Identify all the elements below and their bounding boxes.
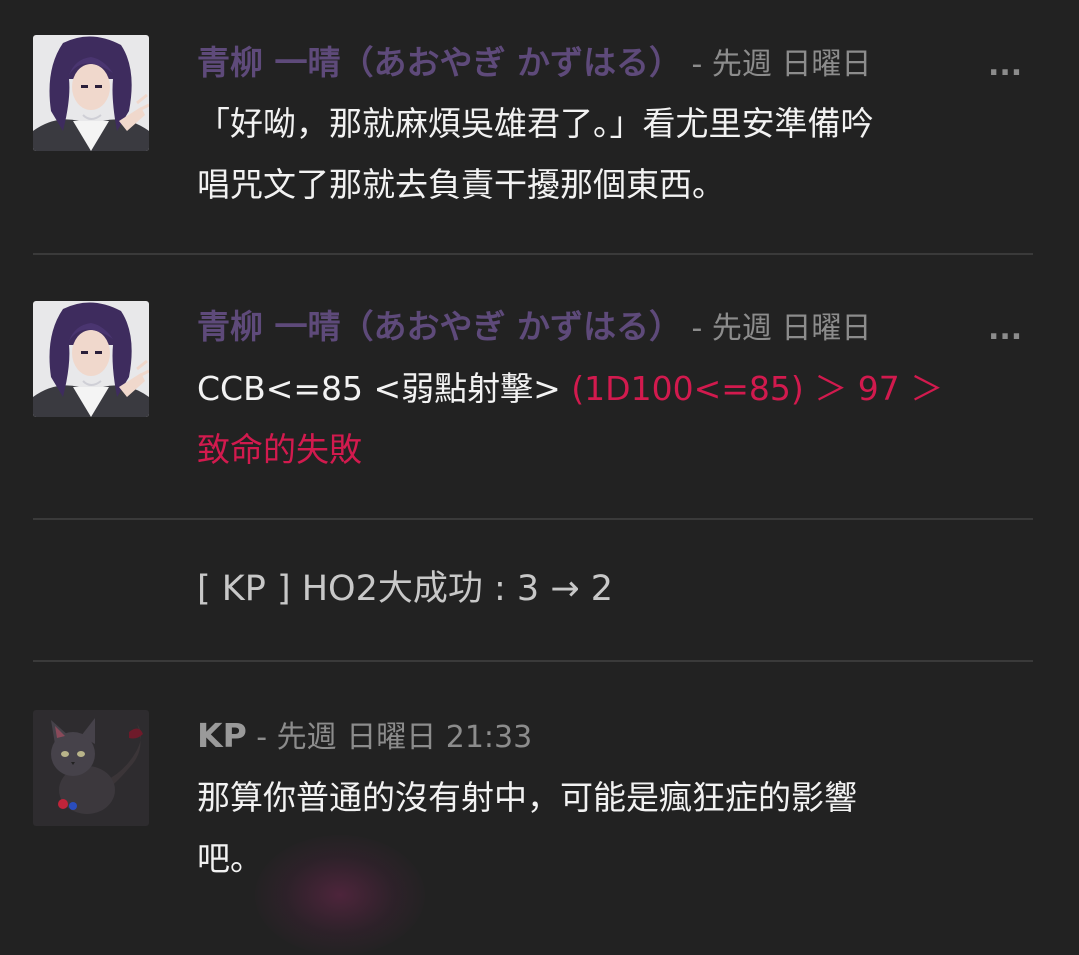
character-portrait-icon: [33, 301, 149, 417]
message-line: 唱咒文了那就去負責干擾那個東西。: [197, 165, 725, 204]
chat-log: 青柳 一晴（あおやぎ かずはる） - 先週 日曜日 ... 「好呦，那就麻煩吳雄…: [0, 0, 1079, 955]
author-name[interactable]: KP: [197, 716, 247, 755]
avatar-aoyagi[interactable]: [33, 35, 149, 151]
system-message-text: [ KP ] HO2大成功 : 3 → 2: [197, 569, 614, 609]
message-header: 青柳 一晴（あおやぎ かずはる） - 先週 日曜日: [197, 41, 1017, 85]
character-portrait-icon: [33, 35, 149, 151]
message-divider: [33, 518, 1033, 520]
dice-result: (1D100<=85) ＞ 97 ＞: [571, 369, 944, 408]
black-cat-icon: [33, 710, 149, 826]
header-separator: -: [681, 47, 712, 82]
header-separator: -: [681, 311, 712, 346]
message-line: 那算你普通的沒有射中，可能是瘋狂症的影響: [197, 778, 857, 817]
background-glow: [255, 835, 425, 955]
message-body: 「好呦，那就麻煩吳雄君了。」看尤里安準備吟 唱咒文了那就去負責干擾那個東西。: [197, 93, 1017, 215]
timestamp-ellipsis: ...: [988, 312, 1023, 347]
message-line: 「好呦，那就麻煩吳雄君了。」看尤里安準備吟: [197, 104, 874, 143]
header-separator: -: [246, 720, 277, 755]
message-header: KP - 先週 日曜日 21:33: [197, 714, 1017, 758]
message-timestamp: 先週 日曜日: [711, 47, 872, 82]
avatar-kp[interactable]: [33, 710, 149, 826]
message-divider: [33, 660, 1033, 662]
dice-command: CCB<=85 <弱點射擊>: [197, 369, 572, 408]
dice-outcome: 致命的失敗: [197, 430, 362, 469]
message-timestamp: 先週 日曜日 21:33: [276, 720, 533, 755]
message-timestamp: 先週 日曜日: [711, 311, 872, 346]
message-divider: [33, 253, 1033, 255]
message-header: 青柳 一晴（あおやぎ かずはる） - 先週 日曜日: [197, 305, 1017, 349]
message-line: CCB<=85 <弱點射擊> (1D100<=85) ＞ 97 ＞: [197, 358, 1017, 419]
avatar-aoyagi[interactable]: [33, 301, 149, 417]
message-body: CCB<=85 <弱點射擊> (1D100<=85) ＞ 97 ＞ 致命的失敗: [197, 358, 1017, 480]
author-name[interactable]: 青柳 一晴（あおやぎ かずはる）: [197, 43, 682, 82]
timestamp-ellipsis: ...: [988, 48, 1023, 83]
author-name[interactable]: 青柳 一晴（あおやぎ かずはる）: [197, 307, 682, 346]
